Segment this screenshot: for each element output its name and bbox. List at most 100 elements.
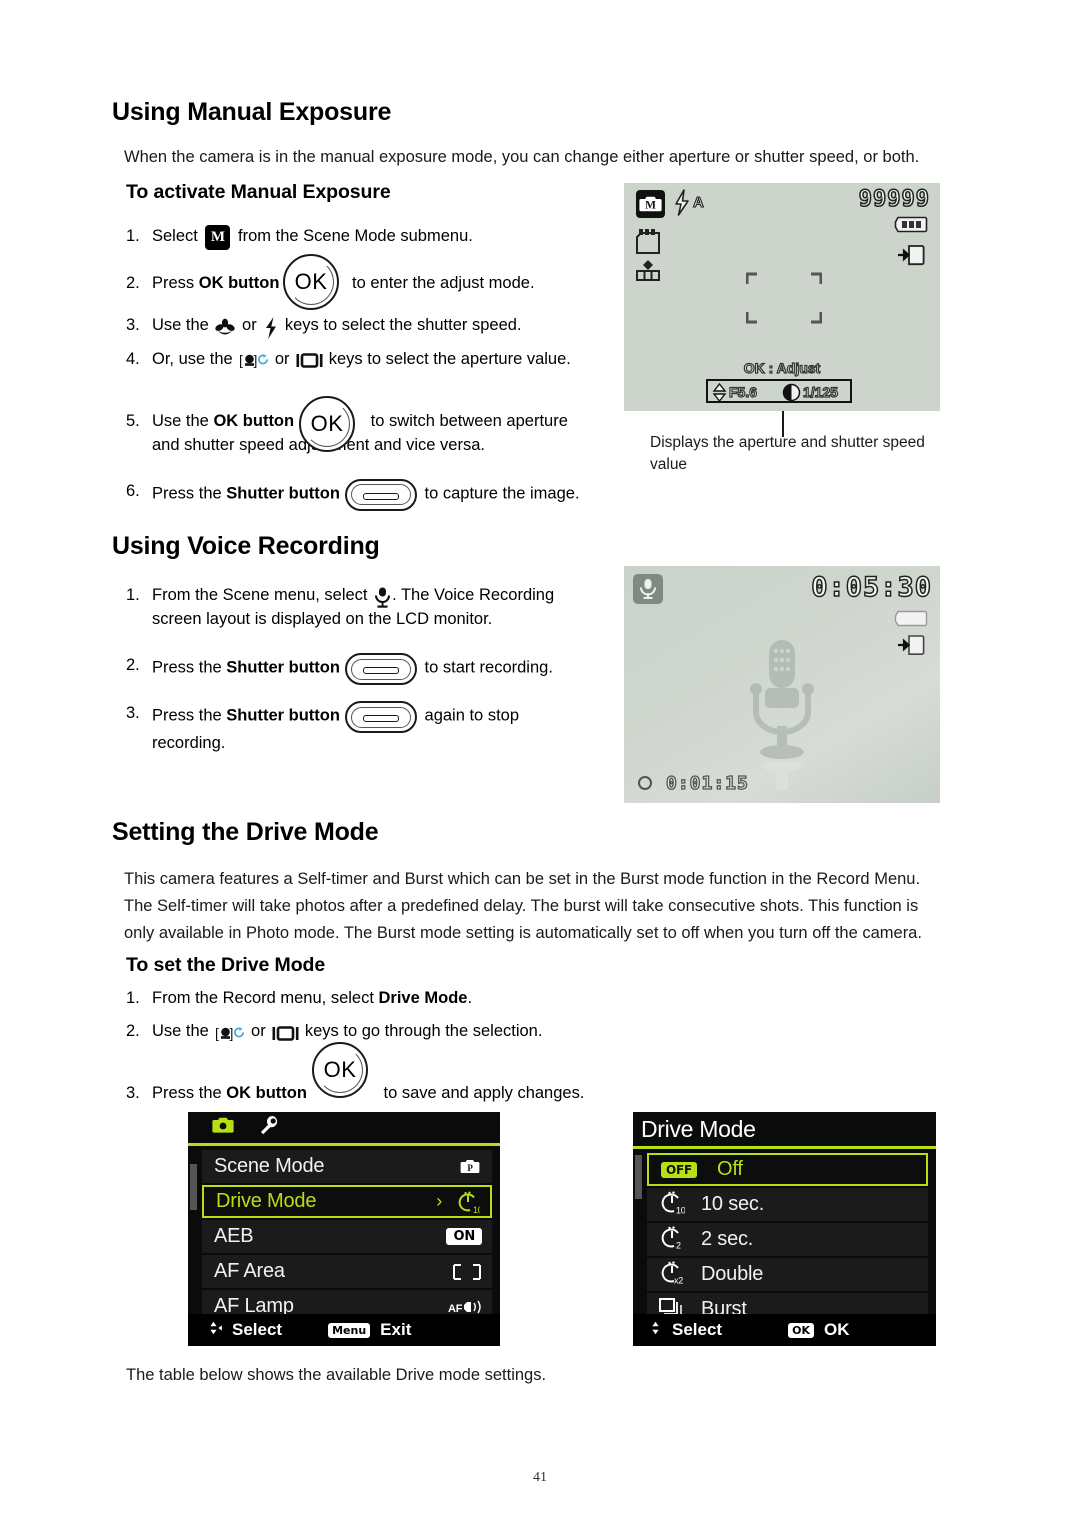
- macro-flower-icon: [215, 318, 236, 337]
- ok-button-label: OK button: [213, 411, 295, 430]
- manual-exposure-steps: 1. Select M from the Scene Mode submenu.…: [126, 224, 596, 517]
- step-number: 2.: [126, 1022, 140, 1040]
- menu-option-double[interactable]: x2 Double: [647, 1258, 928, 1291]
- step-text: keys to go through the selection.: [300, 1022, 543, 1040]
- step-item: 2. Use the [ ] or keys to go through the…: [126, 1019, 606, 1043]
- record-menu-rows: Scene Mode P Drive Mode › 1 AEB ON AF Ar…: [188, 1146, 500, 1323]
- ok-button-label: OK button: [198, 273, 280, 292]
- voice-recording-steps: 1. From the Scene menu, select . The Voi…: [126, 583, 596, 763]
- footer-select-label: Select: [232, 1320, 283, 1339]
- aperture-value: F5.6: [728, 383, 758, 400]
- step-item: 1. From the Scene menu, select . The Voi…: [126, 583, 596, 631]
- menu-option-2sec[interactable]: 2 2 sec.: [647, 1223, 928, 1256]
- updown-select-icon: [204, 1320, 222, 1341]
- self-timer-double-icon: x2: [659, 1260, 701, 1290]
- step-item: 4. Or, use the [ ] or keys to select the…: [126, 347, 596, 371]
- subheading-to-activate-manual-exposure: To activate Manual Exposure: [126, 181, 391, 203]
- svg-text:A: A: [693, 194, 704, 211]
- step-text: Use the: [152, 315, 214, 334]
- microphone-reflection: [742, 760, 822, 803]
- svg-text:10: 10: [473, 1205, 480, 1214]
- menu-option-off[interactable]: OFF Off: [647, 1153, 928, 1186]
- display-key-icon: [296, 351, 323, 370]
- step-text: from the Scene Mode submenu.: [233, 227, 473, 245]
- program-mode-icon: P: [458, 1157, 482, 1176]
- step-item: 5. Use the OK button to switch between a…: [126, 409, 596, 457]
- step-text: Press the: [152, 706, 227, 725]
- drive-mode-menu-rows: OFF Off 10 10 sec. 2 2 sec. x2 Double Bu…: [633, 1149, 936, 1326]
- exposure-values-box: F5.6 1/125: [706, 379, 852, 403]
- display-key-icon: [272, 1024, 299, 1043]
- step-item: 3. Press the OK button to save and apply…: [126, 1081, 606, 1105]
- step-number: 1.: [126, 989, 140, 1007]
- shutter-speed-value: 1/125: [802, 383, 839, 400]
- menu-row-af-area[interactable]: AF Area: [202, 1255, 492, 1288]
- svg-text:P: P: [467, 1163, 473, 1173]
- self-timer-2-icon: 2: [659, 1225, 701, 1255]
- self-timer-key-icon: [ ]: [215, 1024, 245, 1043]
- drive-mode-steps: 1. From the Record menu, select Drive Mo…: [126, 986, 606, 1113]
- step-text: Use the: [152, 1022, 214, 1040]
- shutter-button-icon: [344, 701, 417, 733]
- af-corner-icon: [745, 311, 759, 324]
- step-item: 1. Select M from the Scene Mode submenu.: [126, 224, 596, 250]
- menu-row-aeb[interactable]: AEB ON: [202, 1220, 492, 1253]
- step-text: From the Record menu, select: [152, 989, 379, 1007]
- step-text: Press: [152, 273, 199, 292]
- record-tab-icon[interactable]: [210, 1115, 236, 1140]
- document-page: Using Manual Exposure When the camera is…: [0, 0, 1080, 1527]
- menu-row-scene-mode[interactable]: Scene Mode P: [202, 1150, 492, 1183]
- svg-text:2: 2: [676, 1240, 681, 1249]
- ok-button-icon-step5: OK: [299, 396, 355, 452]
- step-number: 2.: [126, 273, 140, 292]
- af-corner-icon: [809, 272, 823, 285]
- ok-button-chip: OK: [788, 1322, 814, 1338]
- storage-transfer-icon: [898, 633, 928, 662]
- step-number: 2.: [126, 656, 140, 674]
- drive-mode-menu-screenshot: Drive Mode OFF Off 10 10 sec. 2 2 sec. x…: [633, 1112, 936, 1346]
- menu-option-10sec[interactable]: 10 10 sec.: [647, 1188, 928, 1221]
- updown-arrow-icon: [712, 382, 727, 407]
- drive-mode-closing-text: The table below shows the available Driv…: [126, 1366, 547, 1384]
- menu-option-label: Double: [701, 1263, 764, 1285]
- leftright-arrow-icon: [782, 383, 801, 407]
- shutter-button-icon: [344, 653, 417, 685]
- setup-tab-icon[interactable]: [258, 1114, 280, 1141]
- svg-text:]: ]: [230, 1025, 234, 1041]
- svg-text:]: ]: [254, 352, 258, 368]
- lcd-manual-exposure-screen: M A 99999 OK: Adjust F5.6 1/125: [624, 183, 940, 411]
- subheading-to-set-the-drive-mode: To set the Drive Mode: [126, 954, 326, 976]
- svg-text:10: 10: [676, 1205, 685, 1214]
- step-text: From the Scene menu, select: [152, 586, 373, 604]
- off-chip: OFF: [661, 1161, 697, 1178]
- voice-mode-badge: [633, 574, 663, 604]
- drive-mode-menu-title: Drive Mode: [633, 1112, 936, 1149]
- self-timer-10-icon: 10: [659, 1190, 701, 1220]
- step-text: Press the: [152, 1084, 227, 1102]
- step-text: to capture the image.: [419, 484, 580, 502]
- menu-row-label: AEB: [214, 1225, 254, 1247]
- mode-badge-m: M: [636, 190, 665, 218]
- recording-elapsed-time: 0:01:15: [665, 772, 749, 794]
- footer-select-label: Select: [672, 1320, 723, 1339]
- image-quality-icon: [635, 259, 665, 288]
- af-corner-icon: [745, 272, 759, 285]
- step-text: Use the: [152, 411, 214, 430]
- drive-mode-menu-footer: Select OK OK: [633, 1314, 936, 1346]
- step-text: .: [467, 989, 473, 1007]
- step-text: Press the: [152, 658, 227, 677]
- shots-remaining-counter: 99999: [858, 186, 930, 213]
- svg-text:[: [: [239, 352, 243, 368]
- storage-transfer-icon: [898, 243, 928, 272]
- step-text: Or, use the: [152, 349, 238, 368]
- lcd-voice-recording-screen: 0:05:30 0:01:15: [624, 566, 940, 803]
- menu-row-drive-mode[interactable]: Drive Mode › 10: [202, 1185, 492, 1218]
- step-number: 3.: [126, 315, 140, 334]
- battery-icon: [894, 610, 928, 632]
- step-text: to start recording.: [419, 658, 553, 677]
- battery-icon: [894, 216, 928, 238]
- record-status-circle-icon: [638, 776, 652, 790]
- scroll-indicator: [635, 1155, 642, 1199]
- step-text: or: [246, 1022, 271, 1040]
- shutter-button-icon: [344, 478, 417, 511]
